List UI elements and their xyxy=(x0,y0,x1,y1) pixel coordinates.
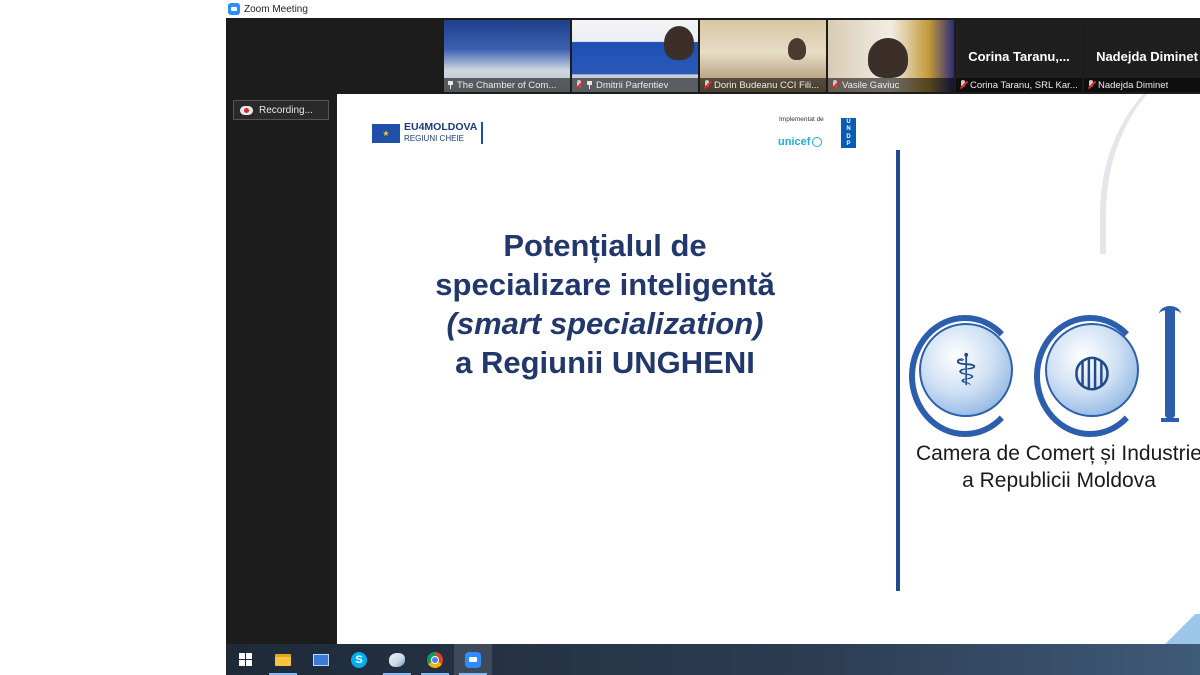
undp-letter: D xyxy=(846,133,851,140)
windows-taskbar: S xyxy=(226,644,1200,675)
pin-icon xyxy=(447,81,454,89)
eu4moldova-logo: ★ EU4MOLDOVA REGIUNI CHEIE xyxy=(372,121,484,144)
caduceus-emblem: ⚕ xyxy=(919,323,1013,417)
slide-decor-corner xyxy=(1160,614,1200,644)
participant-label: Dmitrii Parfentiev xyxy=(572,78,698,92)
implemented-by-label: Implementat de xyxy=(779,116,824,123)
recording-icon xyxy=(240,105,253,115)
participant-tile-chamber[interactable]: The Chamber of Com... xyxy=(444,20,570,92)
file-explorer-icon xyxy=(275,653,291,666)
eu-logo-title: EU4MOLDOVA xyxy=(404,121,478,133)
participant-tile-corina[interactable]: Corina Taranu,... Corina Taranu, SRL Kar… xyxy=(956,20,1082,92)
undp-letter: P xyxy=(846,141,851,148)
organization-name: Camera de Comerț și Industrie a Republic… xyxy=(909,440,1200,494)
recording-label: Recording... xyxy=(259,104,313,116)
participant-label: Vasile Gaviuc xyxy=(828,78,954,92)
eu-flag-icon: ★ xyxy=(372,123,400,143)
participant-tile-nadejda[interactable]: Nadejda Diminet Nadejda Diminet xyxy=(1084,20,1200,92)
headline-line: a Regiunii UNGHENI xyxy=(455,345,755,380)
participant-video-person xyxy=(868,38,908,78)
muted-mic-icon xyxy=(703,80,711,90)
muted-mic-icon xyxy=(1087,80,1095,90)
participant-tile-vasile[interactable]: Vasile Gaviuc xyxy=(828,20,954,92)
skype-icon: S xyxy=(351,651,367,668)
caduceus-icon: ⚕ xyxy=(954,345,978,395)
organization-name-line: Camera de Comerț și Industrie xyxy=(916,442,1200,465)
unicef-globe-icon xyxy=(812,137,823,147)
cci-letter-i xyxy=(1159,306,1181,422)
participant-label: Nadejda Diminet xyxy=(1084,78,1200,92)
taskbar-chrome[interactable] xyxy=(416,644,454,675)
undp-letter: U xyxy=(846,118,851,125)
unicef-text: unicef xyxy=(778,136,811,148)
participant-video-person xyxy=(788,38,806,60)
window-title: Zoom Meeting xyxy=(244,3,308,15)
globe-icon: ◍ xyxy=(1072,345,1112,395)
taskbar-media[interactable] xyxy=(302,644,340,675)
participant-name: The Chamber of Com... xyxy=(457,79,557,91)
organization-name-line: a Republicii Moldova xyxy=(962,469,1156,492)
pin-icon xyxy=(586,81,593,89)
headline-line: (smart specialization) xyxy=(446,306,764,341)
paint-icon xyxy=(389,652,405,667)
zoom-app-icon xyxy=(228,3,240,15)
slide-headline: Potențialul de specializare inteligentă … xyxy=(385,226,825,382)
eu-logo-subtitle: REGIUNI CHEIE xyxy=(404,134,465,143)
headline-line: specializare inteligentă xyxy=(435,267,775,302)
zoom-meeting-window: The Chamber of Com... Dmitrii Parfentiev… xyxy=(226,18,1200,644)
participant-tile-dorin[interactable]: Dorin Budeanu CCI Fili... xyxy=(700,20,826,92)
muted-mic-icon xyxy=(831,80,839,90)
taskbar-skype[interactable]: S xyxy=(340,644,378,675)
participant-name: Corina Taranu, SRL Kar... xyxy=(970,79,1078,91)
muted-mic-icon xyxy=(575,80,583,90)
undp-letter: N xyxy=(846,126,851,133)
cci-logo: ⚕ ◍ xyxy=(907,290,1200,440)
screen: Zoom Meeting The Chamber of Com... Dmitr… xyxy=(0,0,1200,675)
taskbar-paint[interactable] xyxy=(378,644,416,675)
recording-indicator[interactable]: Recording... xyxy=(233,100,329,120)
taskbar-zoom[interactable] xyxy=(454,644,492,675)
participant-name: Dorin Budeanu CCI Fili... xyxy=(714,79,820,91)
zoom-title-bar: Zoom Meeting xyxy=(226,0,1200,18)
chrome-icon xyxy=(427,651,443,668)
undp-logo: U N D P xyxy=(841,118,856,148)
participant-label: Dorin Budeanu CCI Fili... xyxy=(700,78,826,92)
participant-label: The Chamber of Com... xyxy=(444,78,570,92)
participant-display-name: Nadejda Diminet xyxy=(1096,48,1198,64)
windows-start-icon xyxy=(238,653,252,666)
slide-decor-curve xyxy=(1100,94,1200,254)
taskbar-file-explorer[interactable] xyxy=(264,644,302,675)
unicef-logo: unicef xyxy=(778,136,823,148)
participant-tile-dmitrii[interactable]: Dmitrii Parfentiev xyxy=(572,20,698,92)
participant-name: Nadejda Diminet xyxy=(1098,79,1169,91)
participant-display-name: Corina Taranu,... xyxy=(968,48,1070,64)
media-icon xyxy=(313,653,329,666)
shared-screen-slide: ★ EU4MOLDOVA REGIUNI CHEIE Implementat d… xyxy=(337,94,1200,644)
muted-mic-icon xyxy=(959,80,967,90)
zoom-icon xyxy=(465,651,481,668)
participant-name: Vasile Gaviuc xyxy=(842,79,900,91)
participant-strip: The Chamber of Com... Dmitrii Parfentiev… xyxy=(444,20,1200,92)
moldova-globe-emblem: ◍ xyxy=(1045,323,1139,417)
slide-divider xyxy=(896,150,900,591)
participant-video-person xyxy=(664,26,694,60)
headline-line: Potențialul de xyxy=(503,228,707,263)
participant-name: Dmitrii Parfentiev xyxy=(596,79,669,91)
participant-label: Corina Taranu, SRL Kar... xyxy=(956,78,1082,92)
start-button[interactable] xyxy=(226,644,264,675)
